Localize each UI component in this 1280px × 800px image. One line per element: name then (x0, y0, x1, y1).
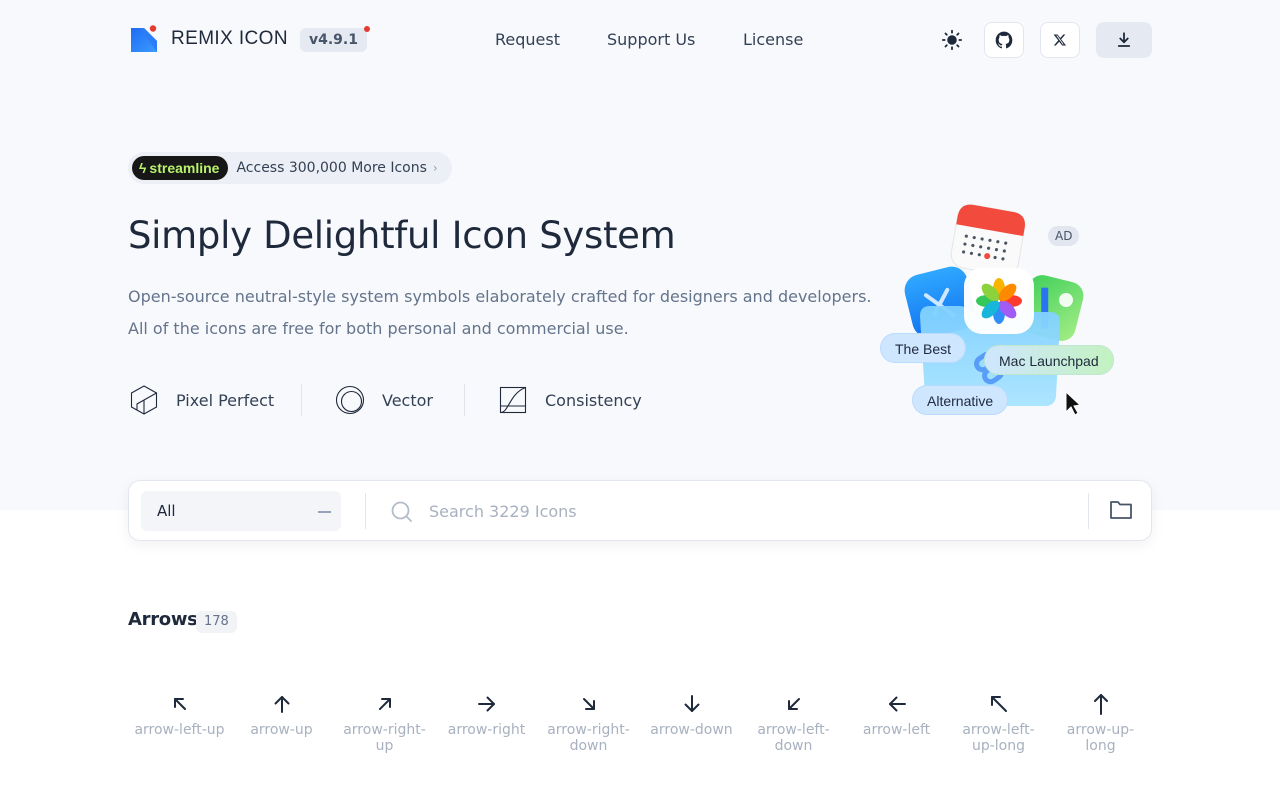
ad-pill-launchpad: Mac Launchpad (984, 345, 1114, 375)
hero-desc-line-1: Open-source neutral-style system symbols… (128, 287, 872, 306)
search-divider (1088, 493, 1089, 529)
cube-icon (130, 385, 158, 415)
search-icon (391, 501, 412, 522)
icon-name: arrow-right-up (343, 722, 426, 754)
version-badge[interactable]: v4.9.1 (300, 26, 370, 52)
icon-item-arrow-left-down[interactable]: arrow-left-down (742, 692, 845, 754)
category-select[interactable]: All (141, 491, 341, 531)
streamline-badge-label: streamline (149, 160, 220, 176)
streamline-promo[interactable]: ϟ streamline Access 300,000 More Icons › (128, 152, 452, 184)
ad-pill-alternative: Alternative (912, 385, 1009, 415)
github-icon (995, 31, 1013, 49)
feature-label: Consistency (545, 390, 642, 410)
curve-icon (499, 386, 527, 414)
hero-description: Open-source neutral-style system symbols… (128, 281, 871, 345)
icon-item-arrow-right-down[interactable]: arrow-right-down (537, 692, 640, 754)
arrow-left-icon (888, 696, 906, 712)
feature-label: Pixel Perfect (176, 390, 275, 410)
feature-label: Vector (382, 390, 433, 410)
nav-license[interactable]: License (743, 30, 803, 49)
logo[interactable]: REMIX ICON (130, 25, 288, 53)
category-title: Arrows (128, 609, 198, 630)
icon-item-arrow-right-up[interactable]: arrow-right-up (333, 692, 436, 754)
bolt-icon: ϟ (139, 160, 147, 176)
circle-icon (335, 385, 365, 415)
hero-desc-line-2: All of the icons are free for both perso… (128, 319, 629, 338)
arrow-left-up-icon (173, 698, 186, 710)
search-input[interactable] (429, 497, 1069, 525)
icon-item-arrow-up[interactable]: arrow-up (230, 692, 333, 738)
nav-request[interactable]: Request (495, 30, 560, 49)
chevron-right-icon: › (432, 161, 438, 175)
folder-icon[interactable] (1109, 499, 1133, 521)
version-label: v4.9.1 (309, 32, 358, 48)
category-select-value: All (157, 502, 176, 520)
icon-name: arrow-right (447, 722, 526, 738)
github-button[interactable] (984, 22, 1024, 58)
icon-name: arrow-up-long (1066, 722, 1135, 754)
feature-vector: Vector (334, 384, 433, 416)
header: REMIX ICON v4.9.1 Request Support Us Lic… (0, 0, 1280, 80)
feature-divider (464, 384, 465, 416)
icon-item-arrow-left-up[interactable]: arrow-left-up (128, 692, 231, 738)
download-icon (1117, 32, 1131, 47)
arrow-left-up-long-icon (990, 696, 1007, 712)
arrow-left-down-icon (787, 698, 800, 710)
icon-name: arrow-left-up (134, 722, 225, 738)
ad-banner[interactable]: AD The Best Mac Launchpad Alternative (880, 200, 1120, 420)
ad-pill-best: The Best (880, 333, 967, 363)
theme-toggle-button[interactable] (940, 28, 964, 52)
search-bar: All (128, 480, 1152, 541)
streamline-badge: ϟ streamline (132, 156, 229, 180)
icon-name: arrow-up (250, 722, 313, 738)
x-twitter-button[interactable] (1040, 22, 1080, 58)
search-divider (365, 493, 366, 529)
nav-support-us[interactable]: Support Us (607, 30, 695, 49)
arrow-down-icon (684, 695, 699, 712)
arrow-up-icon (274, 696, 289, 713)
feature-pixel-perfect: Pixel Perfect (128, 384, 274, 416)
update-dot (364, 26, 370, 32)
icon-item-arrow-down[interactable]: arrow-down (640, 692, 743, 738)
ad-tag: AD (1048, 226, 1080, 246)
category-count: 178 (196, 611, 237, 633)
icon-name: arrow-down (650, 722, 733, 738)
arrow-right-up-icon (378, 698, 391, 710)
icon-name: arrow-right-down (547, 722, 630, 754)
icon-name: arrow-left (862, 722, 931, 738)
icon-item-arrow-right[interactable]: arrow-right (435, 692, 538, 738)
arrow-right-icon (477, 696, 495, 712)
icon-name: arrow-left-up-long (962, 722, 1035, 754)
arrow-right-down-icon (582, 698, 595, 710)
brand-name: REMIX ICON (171, 28, 288, 49)
promo-text: Access 300,000 More Icons (236, 160, 427, 176)
icon-item-arrow-left[interactable]: arrow-left (845, 692, 948, 738)
remix-logo-icon (131, 25, 157, 52)
x-icon (1053, 34, 1067, 46)
feature-divider (301, 384, 302, 416)
feature-consistency: Consistency (497, 384, 642, 416)
icon-item-arrow-up-long[interactable]: arrow-up-long (1049, 692, 1152, 754)
icon-item-arrow-left-up-long[interactable]: arrow-left-up-long (947, 692, 1050, 754)
select-indicator-icon (318, 511, 331, 513)
page-title: Simply Delightful Icon System (128, 214, 676, 257)
download-button[interactable] (1096, 22, 1152, 58)
icon-name: arrow-left-down (757, 722, 830, 754)
sun-icon (941, 29, 963, 51)
arrow-up-long-icon (1093, 694, 1108, 715)
